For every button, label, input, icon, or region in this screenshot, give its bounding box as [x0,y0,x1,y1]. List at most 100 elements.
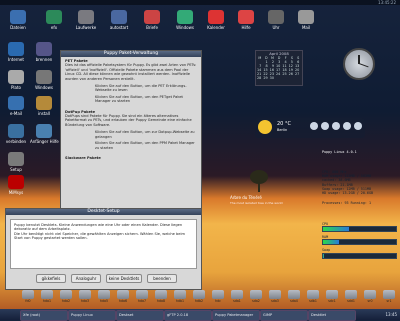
hard-drive-icon [174,290,186,299]
icon-label: e-Mail [9,111,23,116]
desktop-icon[interactable]: install [30,96,58,116]
taskbar-item[interactable]: Xfe (root) [20,310,68,321]
drive-label: sdc1 [328,299,336,303]
icon-label: efx [50,25,58,30]
desktop-icon[interactable]: Kalender [202,10,230,30]
hard-drive-icon [250,290,262,299]
desert-caption: Arbre du Ténéré [230,195,262,200]
taskbar-item[interactable]: gFTP 2.0.18 [164,310,212,321]
icon-label: MiMsys [8,190,24,195]
section-slackware: Slackware Pakete [65,156,197,160]
hard-drive-icon [269,290,281,299]
desktop-icon[interactable]: Anfänger Hilfe [30,124,59,144]
taskbar-item[interactable]: Puppy Linux [68,310,116,321]
drive-icon[interactable]: hdb2 [191,290,207,305]
pet-info-link[interactable]: Klicken Sie auf den Button, um die PET E… [65,84,197,93]
calendar-grid: M D M D F S S 1 2 3 4 5 6 7 8 9 10 11 12 13 14 15 16 17 18 19 20 21… [256,56,300,80]
window-title[interactable]: Desktet-Setup [6,209,201,215]
desktop-icon[interactable]: Uhr [262,10,290,30]
drive-icon[interactable]: sda4 [286,290,302,305]
icon-label: Windows [176,25,194,30]
hard-drive-icon [22,290,34,299]
desktop-icon[interactable]: Laufwerke [72,10,100,30]
app-icon [36,96,52,110]
drive-icon[interactable]: sdd1 [343,290,359,305]
app-icon [298,10,314,24]
cloud-icon [321,122,329,130]
drive-icon[interactable]: hda2 [58,290,74,305]
usage-bar-fill [323,227,349,232]
section-dotpup: DotPup Pakete DotPups sind Pakete für Pu… [65,110,197,150]
drive-icon[interactable]: hda8 [153,290,169,305]
usage-bar [322,226,397,233]
drive-icon[interactable]: hda3 [77,290,93,305]
icon-label: verbinden [5,139,27,144]
drive-icon[interactable]: sda3 [267,290,283,305]
drive-icon[interactable]: hdb1 [172,290,188,305]
app-icon [36,70,52,84]
desktop-icon[interactable]: Windows [30,70,58,90]
desktop-icon[interactable]: efx [40,10,68,30]
analog-clock-button[interactable]: Analoguhr [71,274,101,283]
icon-label: Uhr [272,25,280,30]
desktop-icon[interactable]: brennen [30,42,58,62]
desktop-icon[interactable]: verbinden [2,124,30,144]
hard-drive-icon [193,290,205,299]
desktop-icon[interactable]: Internet [2,42,30,62]
deskset-window[interactable]: Desktet-Setup Puppy benutzt DeskIets. Kl… [5,208,202,290]
desktop-icon[interactable]: Mail [292,10,320,30]
desktop-icon[interactable]: Setup [2,152,30,172]
drive-icon[interactable]: hdc [210,290,226,305]
taskbar-item[interactable]: GIMP [260,310,308,321]
drive-label: hda6 [118,299,128,303]
no-desklets-button[interactable]: keine DesktIets [106,274,142,283]
analog-clock [343,48,375,80]
app-icon [177,10,193,24]
drive-label: hda8 [156,299,166,303]
quit-button[interactable]: beenden [147,274,177,283]
desktop-icon[interactable]: MiMsys [2,175,30,195]
section-pet: PET Pakete Dies ist das offizielle Paket… [65,59,197,104]
petget-launch[interactable]: Klicken Sie auf den Button, um den PETge… [65,95,197,104]
drive-icon[interactable]: hda6 [115,290,131,305]
drive-label: hdc [215,299,221,303]
hard-drive-icon [364,290,376,299]
drive-icon[interactable]: sr1 [381,290,397,305]
drive-label: hda5 [99,299,109,303]
drive-icon[interactable]: sda2 [248,290,264,305]
desktop-icon[interactable]: Dateien [4,10,32,30]
drive-label: sda4 [290,299,298,303]
deskset-buttons: gikkefiels Analoguhr keine DesktIets bee… [36,274,177,283]
taskbar-item[interactable]: Deskset [116,310,164,321]
app-icon [208,10,224,24]
dotpup-info-link[interactable]: Klicken Sie auf den Button, um zur Dotpu… [65,130,197,139]
drive-icon[interactable]: fd0 [20,290,36,305]
drive-icon[interactable]: sdc1 [324,290,340,305]
app-icon [8,96,24,110]
section-text: DotPups sind Pakete für Puppy. Sie sind … [65,114,192,127]
sysmon-lines: CPU: 800 MHz RAM usage: 113MB / 503MB ca… [322,170,397,205]
taskbar-item[interactable]: Puppy Paketmanager [212,310,260,321]
classic-button[interactable]: gikkefiels [36,274,66,283]
package-manager-window[interactable]: Puppy Paket-Verwaltung PET Pakete Dies i… [60,50,202,232]
desktop-icon[interactable]: e-Mail [2,96,30,116]
desktop-icon[interactable]: Briefe [138,10,166,30]
tree-trunk [258,182,260,192]
drive-icon[interactable]: sda1 [229,290,245,305]
drive-icon[interactable]: hda5 [96,290,112,305]
ppm-launch[interactable]: Klicken Sie auf den Button, um den PPM P… [65,141,197,150]
drive-icon[interactable]: sr0 [362,290,378,305]
taskbar-item[interactable]: DesktIet [308,310,356,321]
hard-drive-icon [288,290,300,299]
sun-icon [258,120,272,134]
desktop-icon[interactable]: Plato [2,70,30,90]
desktop-icon[interactable]: Hilfe [232,10,260,30]
desert-subcaption: The most isolated tree in the world [230,201,283,205]
icon-label: brennen [35,57,53,62]
drive-icon[interactable]: hda7 [134,290,150,305]
desktop-icon[interactable]: Windows [171,10,199,30]
drive-icon[interactable]: hda1 [39,290,55,305]
drive-icon[interactable]: sdb1 [305,290,321,305]
calendar-day[interactable] [294,76,300,80]
desktop-icon[interactable]: autostart [105,10,133,30]
